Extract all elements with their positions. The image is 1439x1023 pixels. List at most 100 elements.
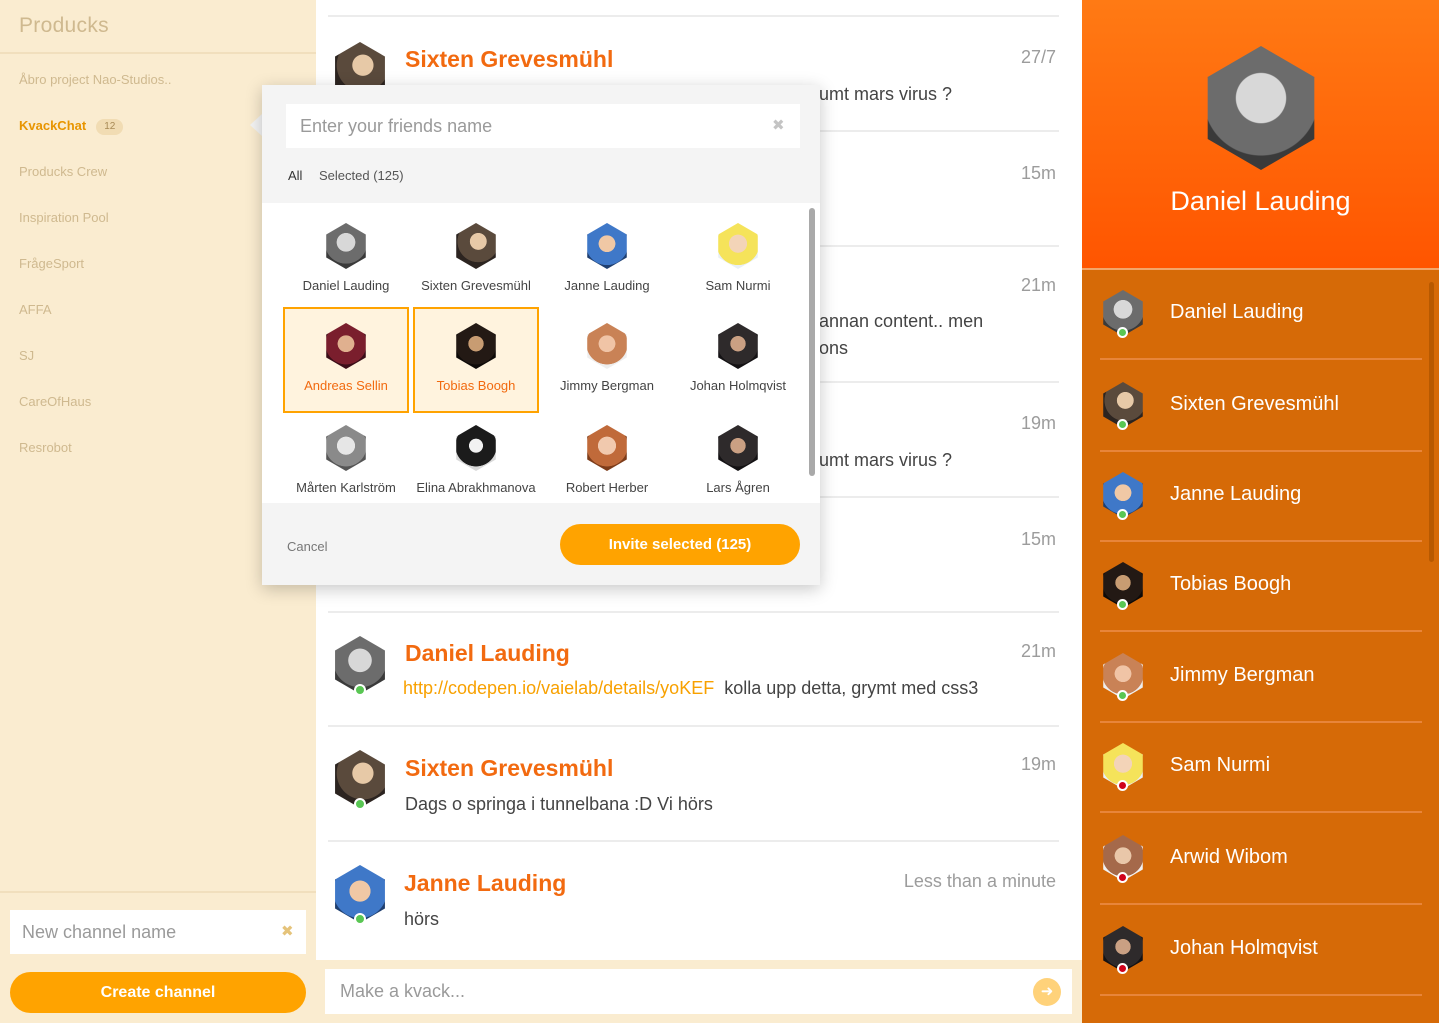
avatar [587, 223, 627, 269]
brand-title: Producks [19, 14, 109, 37]
member-item[interactable]: Sam Nurmi [1100, 723, 1422, 813]
message-text: umt mars virus ? [819, 450, 953, 470]
divider [0, 891, 316, 893]
friend-card[interactable]: Daniel Lauding [283, 207, 409, 313]
channel-label: SJ [19, 348, 35, 363]
friend-grid: Daniel Lauding Sixten Grevesmühl Janne L… [262, 203, 820, 503]
online-status-dot [1117, 599, 1128, 610]
members-scrollbar[interactable] [1429, 282, 1434, 562]
clear-icon[interactable]: ✖ [772, 116, 785, 134]
member-item[interactable]: Tobias Boogh [1100, 542, 1422, 632]
friend-card[interactable]: Jimmy Bergman [544, 307, 670, 413]
new-channel-input[interactable] [10, 910, 306, 954]
avatar [456, 223, 496, 269]
message-author[interactable]: Sixten Grevesmühl [405, 755, 613, 782]
arrow-right-icon[interactable]: ➜ [1033, 978, 1061, 1006]
channel-item[interactable]: CareOfHaus [19, 390, 299, 414]
message-author[interactable]: Daniel Lauding [405, 640, 570, 667]
avatar [456, 425, 496, 471]
friend-name: Sixten Grevesmühl [421, 278, 531, 293]
friend-name: Tobias Boogh [436, 378, 516, 393]
divider [1100, 358, 1422, 360]
friend-card[interactable]: Lars Ågren [675, 409, 801, 515]
friend-grid-scrollbar[interactable] [809, 208, 815, 476]
avatar [587, 425, 627, 471]
profile-avatar [1207, 46, 1315, 170]
avatar [718, 323, 758, 369]
message-time: 19m [1020, 413, 1056, 433]
channel-label: Resrobot [19, 440, 72, 455]
divider [0, 52, 316, 54]
friend-card[interactable]: Robert Herber [544, 409, 670, 515]
channel-item[interactable]: Åbro project Nao-Studios.. [19, 68, 299, 92]
friend-card[interactable]: Elina Abrakhmanova [413, 409, 539, 515]
message-text: umt mars virus ? [819, 84, 953, 104]
friend-name: Johan Holmqvist [689, 378, 787, 393]
message-link[interactable]: http://codepen.io/vaielab/details/yoKEF [403, 678, 714, 698]
friend-card[interactable]: Johan Holmqvist [675, 307, 801, 413]
cancel-button[interactable]: Cancel [287, 539, 327, 554]
member-item[interactable]: Janne Lauding [1100, 452, 1422, 542]
friend-name: Jimmy Bergman [560, 378, 654, 393]
friend-card[interactable]: Janne Lauding [544, 207, 670, 313]
friend-card-selected[interactable]: Tobias Boogh [413, 307, 539, 413]
friend-card[interactable]: Mårten Karlström [283, 409, 409, 515]
member-item[interactable]: Johan Holmqvist [1100, 906, 1422, 996]
channel-label: AFFA [19, 302, 52, 317]
popup-footer: Cancel Invite selected (125) [262, 503, 820, 585]
friend-card[interactable]: Sam Nurmi [675, 207, 801, 313]
member-item[interactable]: Sixten Grevesmühl [1100, 362, 1422, 452]
member-item[interactable]: Jimmy Bergman [1100, 633, 1422, 723]
channel-label: KvackChat [19, 118, 87, 133]
friend-card[interactable]: Sixten Grevesmühl [413, 207, 539, 313]
invite-selected-button[interactable]: Invite selected (125) [560, 524, 800, 565]
friend-name: Andreas Sellin [304, 378, 388, 393]
avatar [456, 323, 496, 369]
message-input[interactable] [325, 969, 1072, 1014]
channel-label: FrågeSport [19, 256, 85, 271]
channel-item[interactable]: Producks Crew [19, 160, 299, 184]
channel-label: CareOfHaus [19, 394, 92, 409]
profile-header: Daniel Lauding [1082, 0, 1439, 268]
divider [1100, 811, 1422, 813]
channel-item[interactable]: Resrobot [19, 436, 299, 460]
friend-name: Daniel Lauding [302, 278, 390, 293]
offline-status-dot [1117, 872, 1128, 883]
profile-name: Daniel Lauding [1170, 186, 1351, 216]
message-author[interactable]: Janne Lauding [404, 870, 566, 897]
channel-item[interactable]: FrågeSport [19, 252, 299, 276]
channel-item[interactable]: AFFA [19, 298, 299, 322]
divider [1100, 903, 1422, 905]
friend-search-input[interactable] [286, 104, 800, 148]
popup-caret [250, 114, 262, 136]
channel-item[interactable]: SJ [19, 344, 299, 368]
message-text: http://codepen.io/vaielab/details/yoKEF k… [403, 678, 978, 699]
avatar [326, 223, 366, 269]
clear-icon[interactable]: ✖ [281, 922, 294, 940]
channel-item[interactable]: Inspiration Pool [19, 206, 299, 230]
filter-selected-tab[interactable]: Selected (125) [319, 168, 404, 183]
message-time: 15m [1020, 163, 1056, 183]
composer: ➜ [316, 960, 1082, 1023]
unread-badge: 12 [96, 119, 124, 135]
divider [328, 725, 1059, 727]
member-item[interactable]: Arwid Wibom [1100, 815, 1422, 905]
friend-name: Janne Lauding [564, 278, 650, 293]
channel-label: Inspiration Pool [19, 210, 109, 225]
offline-status-dot [1117, 963, 1128, 974]
filter-all-tab[interactable]: All [288, 168, 302, 183]
message-time: Less than a minute [903, 871, 1056, 891]
create-channel-button[interactable]: Create channel [10, 972, 306, 1013]
friend-card-selected[interactable]: Andreas Sellin [283, 307, 409, 413]
message-text: Dags o springa i tunnelbana :D Vi hörs [405, 794, 713, 814]
member-name: Sixten Grevesmühl [1170, 393, 1339, 415]
avatar [718, 223, 758, 269]
avatar [718, 425, 758, 471]
popup-header: ✖ All Selected (125) [262, 85, 820, 203]
message-text: hörs [404, 909, 440, 929]
member-item[interactable]: Daniel Lauding [1100, 270, 1422, 360]
message-author[interactable]: Sixten Grevesmühl [405, 46, 613, 73]
friend-name: Sam Nurmi [705, 278, 771, 293]
member-name: Sam Nurmi [1170, 754, 1271, 776]
friend-name: Mårten Karlström [296, 480, 396, 495]
